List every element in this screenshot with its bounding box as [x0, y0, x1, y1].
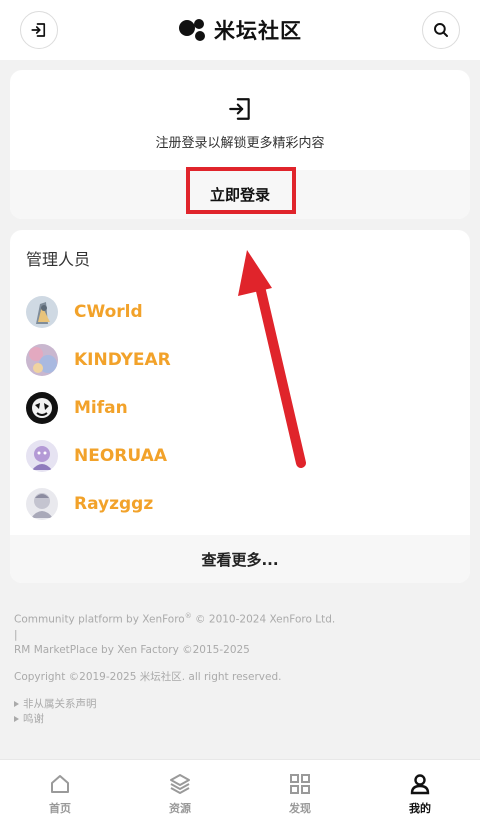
tab-label: 资源: [169, 802, 191, 815]
footer-link-thanks[interactable]: 鸣谢: [14, 712, 466, 727]
grid-icon: [290, 774, 310, 794]
staff-card: 管理人员 CWorld KINDYEAR Mifan NEORUAA Rayzg…: [10, 230, 470, 583]
bottom-tab-bar: 首页 资源 发现 我的: [0, 759, 480, 829]
avatar[interactable]: [26, 488, 58, 520]
login-icon: [229, 98, 250, 120]
login-button-bar: 立即登录: [10, 170, 470, 219]
footer-xenforo-credit[interactable]: Community platform by XenForo® © 2010-20…: [14, 609, 466, 628]
footer-separator: |: [14, 628, 18, 641]
site-footer: Community platform by XenForo® © 2010-20…: [14, 609, 466, 727]
home-icon: [51, 775, 69, 793]
staff-item[interactable]: CWorld: [26, 288, 456, 336]
view-more-bar: 查看更多...: [10, 535, 470, 583]
tab-label: 首页: [49, 802, 71, 815]
search-button[interactable]: [422, 11, 460, 49]
view-more-button[interactable]: 查看更多...: [201, 549, 278, 570]
tab-label: 我的: [409, 802, 431, 815]
tab-resources[interactable]: 资源: [120, 760, 240, 829]
login-card: 注册登录以解锁更多精彩内容 立即登录: [10, 70, 470, 219]
triangle-right-icon: [14, 716, 19, 722]
tab-label: 发现: [289, 802, 311, 815]
avatar[interactable]: [26, 392, 58, 424]
staff-item[interactable]: Rayzggz: [26, 480, 456, 528]
avatar[interactable]: [26, 440, 58, 472]
staff-item[interactable]: NEORUAA: [26, 432, 456, 480]
staff-name[interactable]: Mifan: [74, 398, 128, 418]
staff-item[interactable]: Mifan: [26, 384, 456, 432]
staff-section-title: 管理人员: [26, 250, 91, 269]
triangle-right-icon: [14, 701, 19, 707]
footer-copyright: Copyright ©2019-2025 米坛社区. all right res…: [14, 670, 282, 683]
login-now-button[interactable]: 立即登录: [210, 184, 270, 205]
login-hint-text: 注册登录以解锁更多精彩内容: [155, 136, 325, 151]
login-icon: [31, 23, 46, 37]
staff-name[interactable]: Rayzggz: [74, 494, 153, 514]
staff-name[interactable]: KINDYEAR: [74, 350, 171, 370]
footer-marketplace-credit[interactable]: RM MarketPlace by Xen Factory ©2015-2025: [14, 643, 466, 658]
logo-mark-icon: [179, 19, 205, 41]
staff-name[interactable]: CWorld: [74, 302, 143, 322]
site-logo[interactable]: 米坛社区: [178, 15, 302, 45]
logo-text: 米坛社区: [214, 19, 302, 43]
app-header: 米坛社区: [0, 0, 480, 60]
footer-link-disclaimer[interactable]: 非从属关系声明: [14, 697, 466, 712]
staff-item[interactable]: KINDYEAR: [26, 336, 456, 384]
login-prompt: 注册登录以解锁更多精彩内容: [10, 70, 470, 170]
tab-discover[interactable]: 发现: [240, 760, 360, 829]
search-icon: [434, 23, 448, 37]
layers-icon: [170, 774, 190, 794]
tab-mine[interactable]: 我的: [360, 760, 480, 829]
tab-home[interactable]: 首页: [0, 760, 120, 829]
avatar[interactable]: [26, 296, 58, 328]
staff-list: CWorld KINDYEAR Mifan NEORUAA Rayzggz: [26, 288, 456, 528]
user-icon: [410, 774, 430, 795]
staff-name[interactable]: NEORUAA: [74, 446, 167, 466]
login-icon-button[interactable]: [20, 11, 58, 49]
avatar[interactable]: [26, 344, 58, 376]
